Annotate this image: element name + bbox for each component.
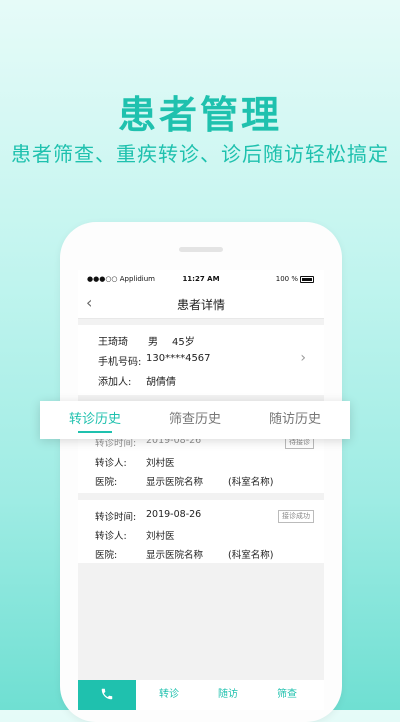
tab-label: 随访历史 <box>268 412 321 427</box>
referral-time-label: 转诊时间: <box>95 512 137 523</box>
referral-record[interactable]: 转诊时间: 2019-08-26 待接诊 转诊人: 刘村医 医院: 显示医院名称… <box>78 430 324 493</box>
promo-subtitle: 患者筛查、重疾转诊、诊后随访轻松搞定 <box>11 142 389 166</box>
battery-icon <box>300 276 314 283</box>
hospital-value: 显示医院名称 <box>146 550 204 561</box>
patient-name: 王琦琦 <box>98 337 128 348</box>
referrer-label: 转诊人: <box>95 458 127 469</box>
battery-percent: 100 % <box>275 275 298 283</box>
phone-speaker <box>179 247 223 252</box>
status-badge: 接诊成功 <box>278 510 314 523</box>
active-tab-underline <box>78 431 112 433</box>
phone-label: 手机号码: <box>98 357 142 368</box>
promo-title: 患者管理 <box>117 93 282 137</box>
page-title: 患者详情 <box>176 298 225 312</box>
nav-bar: ‹ 患者详情 <box>78 288 324 319</box>
department-value: (科室名称) <box>228 550 274 561</box>
app-screen: ●●●○○ Applidium 11:27 AM 100 % ‹ 患者详情 王琦… <box>78 270 324 710</box>
tab-screening-history[interactable]: 筛查历史 <box>145 401 245 439</box>
hospital-value: 显示医院名称 <box>146 477 204 488</box>
patient-age: 45岁 <box>172 337 195 348</box>
department-value: (科室名称) <box>228 477 274 488</box>
referrer-value: 刘村医 <box>146 458 175 469</box>
patient-phone: 130****4567 <box>146 353 211 364</box>
chevron-right-icon[interactable]: › <box>300 350 306 366</box>
patient-gender: 男 <box>148 337 158 348</box>
tab-label: 筛查历史 <box>168 412 221 427</box>
added-by-value: 胡倩倩 <box>146 377 176 388</box>
followup-button[interactable]: 随访 <box>199 680 257 710</box>
tab-label: 转诊历史 <box>68 412 121 427</box>
call-button[interactable] <box>78 680 136 710</box>
referrer-value: 刘村医 <box>146 531 175 542</box>
referral-button[interactable]: 转诊 <box>140 680 198 710</box>
hospital-label: 医院: <box>95 477 118 488</box>
referrer-label: 转诊人: <box>95 531 127 542</box>
hospital-label: 医院: <box>95 550 118 561</box>
bottom-action-bar: 转诊 随访 筛查 <box>78 680 324 710</box>
referral-record[interactable]: 转诊时间: 2019-08-26 接诊成功 转诊人: 刘村医 医院: 显示医院名… <box>78 500 324 563</box>
referral-time: 2019-08-26 <box>146 509 202 520</box>
added-by-label: 添加人: <box>98 377 132 388</box>
history-tabs: 转诊历史 筛查历史 随访历史 <box>40 401 350 439</box>
patient-info-card[interactable]: 王琦琦 男 45岁 手机号码: 130****4567 添加人: 胡倩倩 › <box>78 325 324 395</box>
status-bar: ●●●○○ Applidium 11:27 AM 100 % <box>78 270 324 288</box>
tab-followup-history[interactable]: 随访历史 <box>245 401 345 439</box>
tab-referral-history[interactable]: 转诊历史 <box>45 401 145 439</box>
phone-icon <box>101 688 113 700</box>
screening-button[interactable]: 筛查 <box>258 680 316 710</box>
